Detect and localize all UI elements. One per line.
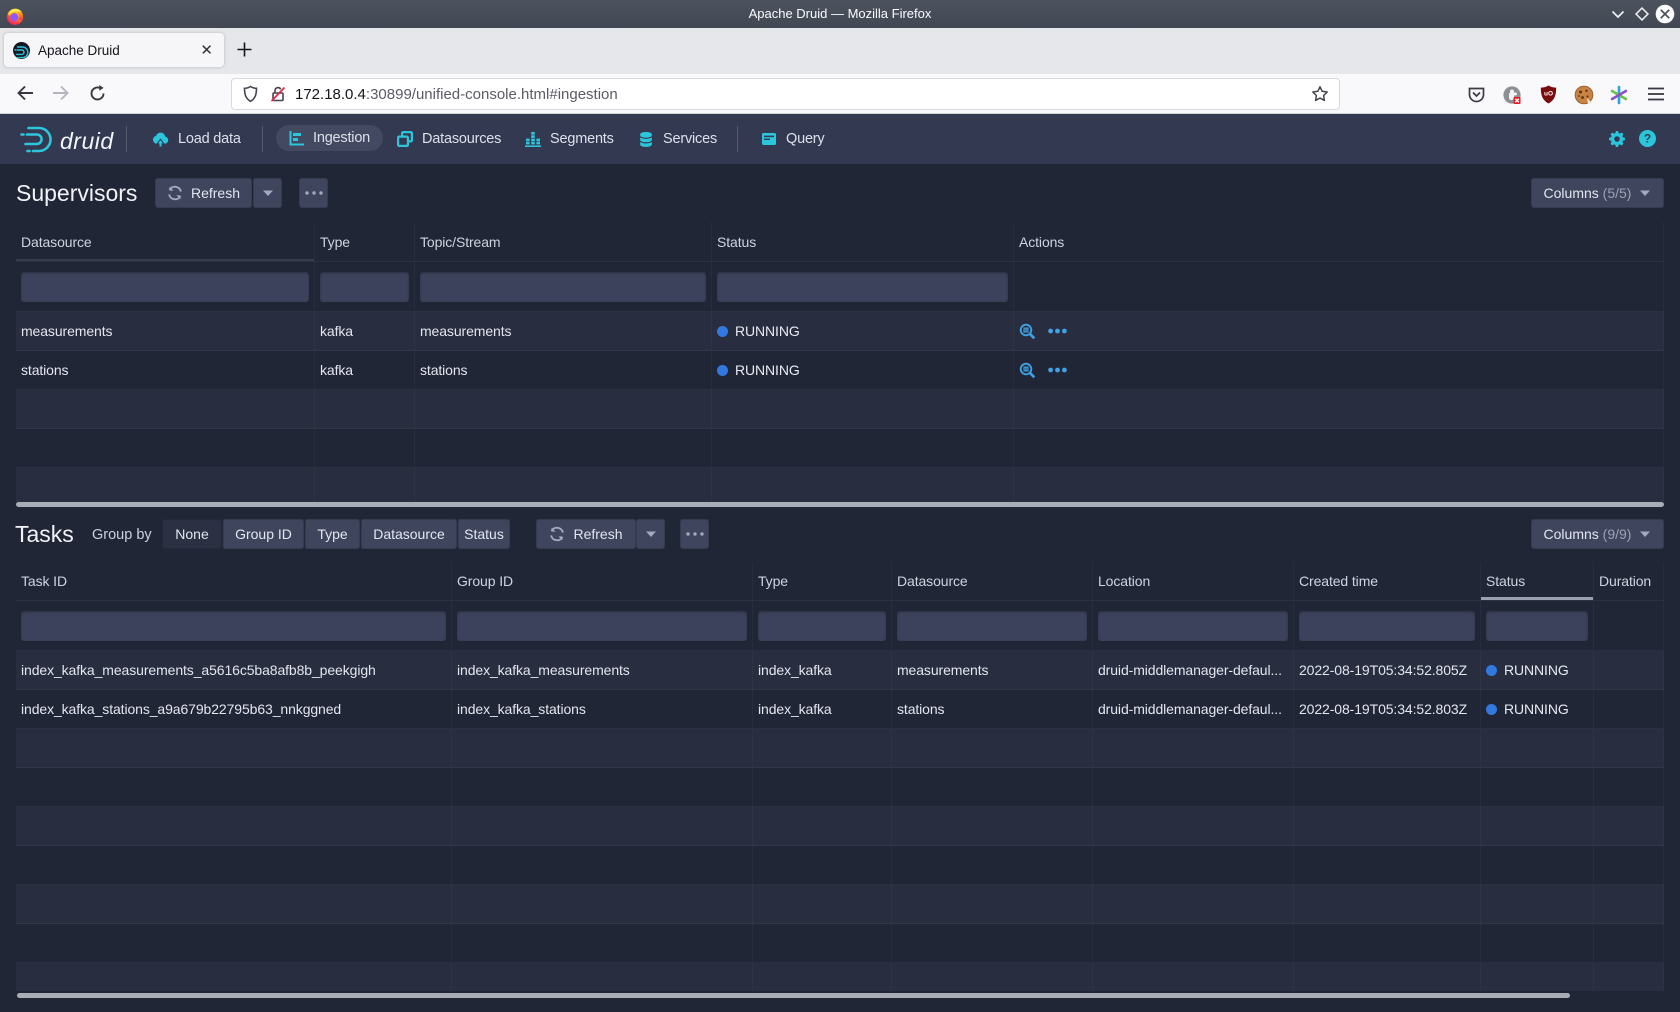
svg-text:?: ?	[1644, 132, 1651, 146]
svg-text:uO: uO	[1544, 91, 1553, 98]
